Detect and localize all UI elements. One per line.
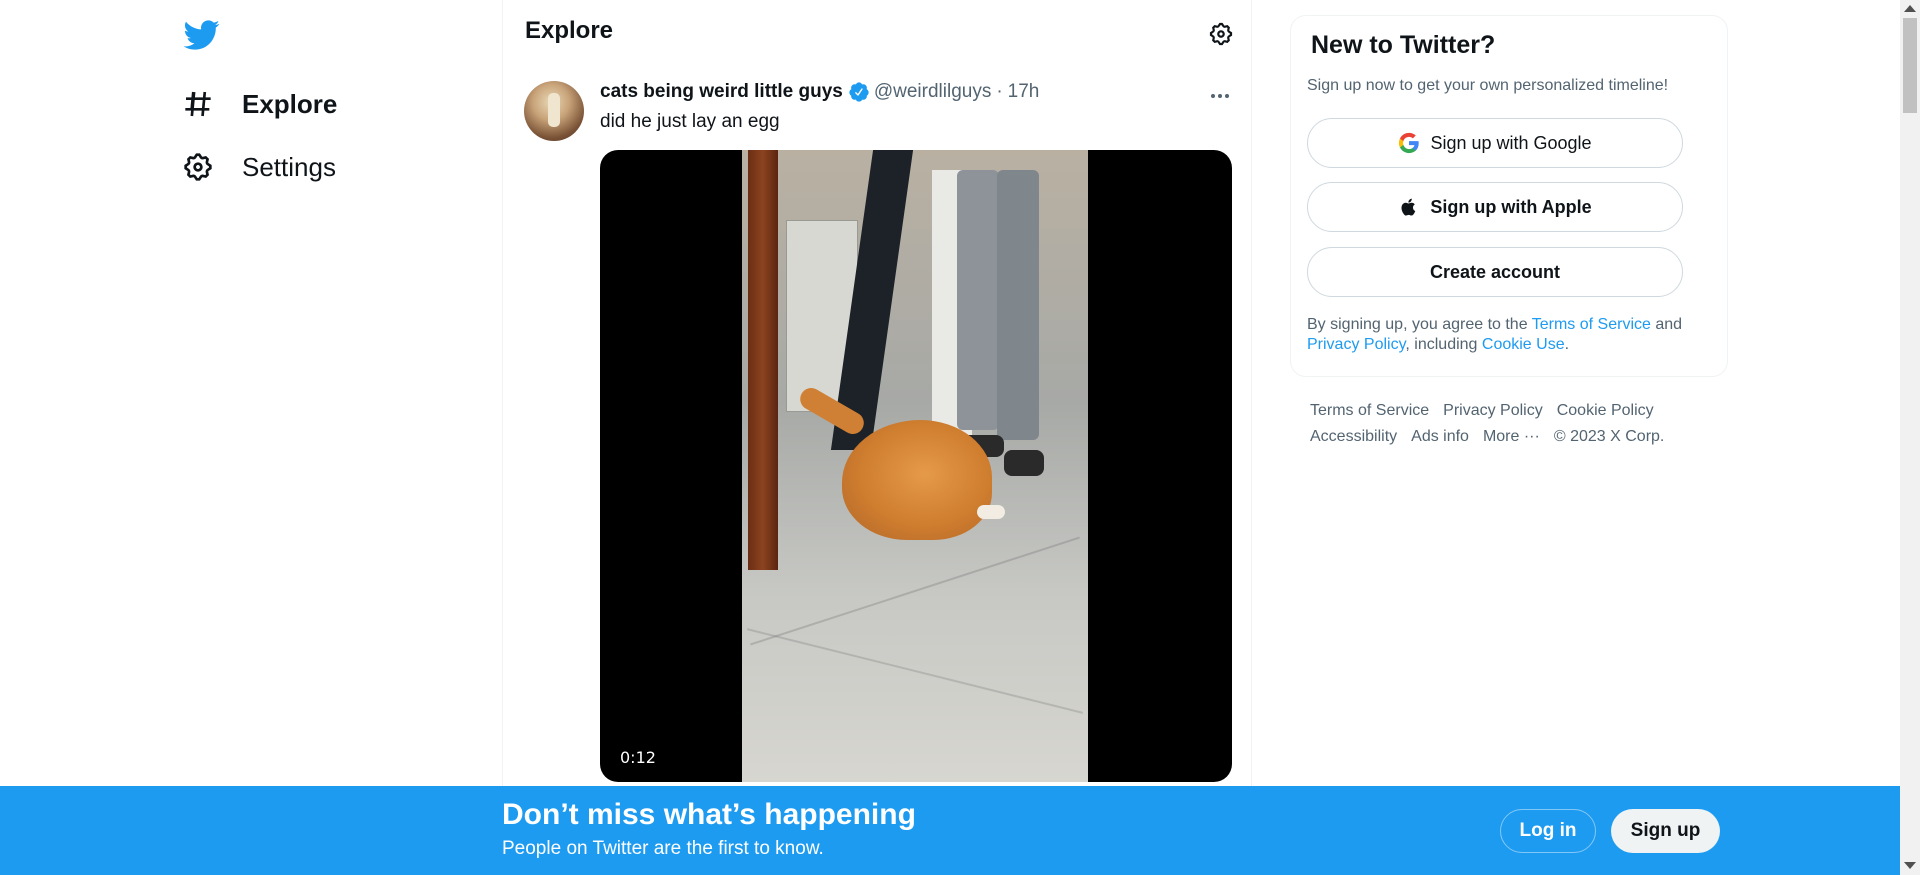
footer-terms-link[interactable]: Terms of Service: [1310, 398, 1429, 424]
tweet-text: did he just lay an egg: [600, 111, 780, 132]
nav-item-explore[interactable]: Explore: [182, 80, 337, 128]
page-title: Explore: [525, 17, 614, 44]
nav-label-explore: Explore: [242, 88, 338, 119]
log-in-button[interactable]: Log in: [1500, 809, 1596, 853]
tweet-header: cats being weird little guys @weirdlilgu…: [600, 81, 1039, 103]
create-account-button[interactable]: Create account: [1307, 247, 1683, 297]
legal-end: .: [1564, 336, 1570, 353]
scrollbar-thumb[interactable]: [1903, 18, 1917, 113]
banner-title: Don’t miss what’s happening: [502, 798, 916, 831]
footer-cookie-link[interactable]: Cookie Policy: [1557, 398, 1654, 424]
footer-more-link[interactable]: More ···: [1483, 424, 1540, 450]
scroll-down-arrow-icon[interactable]: [1904, 862, 1916, 869]
twitter-bird-icon[interactable]: [182, 16, 220, 54]
google-button-label: Sign up with Google: [1430, 132, 1592, 153]
legal-prefix: By signing up, you agree to the: [1307, 316, 1532, 333]
footer-links: Terms of Service Privacy Policy Cookie Pol…: [1310, 398, 1710, 450]
legal-and: and: [1650, 316, 1683, 333]
avatar[interactable]: [524, 81, 584, 141]
scroll-up-arrow-icon[interactable]: [1904, 5, 1916, 12]
tweet-author-name[interactable]: cats being weird little guys: [600, 81, 843, 103]
nav-label-settings: Settings: [242, 151, 336, 182]
cookie-use-link[interactable]: Cookie Use: [1482, 336, 1565, 353]
sign-up-button[interactable]: Sign up: [1611, 809, 1720, 853]
google-logo-icon: [1399, 132, 1420, 154]
privacy-policy-link[interactable]: Privacy Policy: [1307, 336, 1405, 353]
create-account-label: Create account: [1429, 261, 1561, 282]
tweet-video[interactable]: 0:12: [600, 150, 1232, 782]
sign-up-apple-button[interactable]: Sign up with Apple: [1307, 182, 1683, 232]
signup-title: New to Twitter?: [1311, 31, 1496, 59]
video-duration: 0:12: [620, 748, 656, 767]
gear-icon[interactable]: [1208, 21, 1234, 47]
scrollbar[interactable]: [1900, 0, 1920, 875]
legal-including: , including: [1405, 336, 1482, 353]
nav-item-settings[interactable]: Settings: [182, 143, 336, 191]
signup-subtitle: Sign up now to get your own personalized…: [1307, 77, 1669, 94]
copyright: © 2023 X Corp.: [1553, 428, 1665, 445]
verified-badge-icon: [849, 82, 869, 102]
footer-ads-info-link[interactable]: Ads info: [1411, 424, 1469, 450]
banner-subtitle: People on Twitter are the first to know.: [502, 838, 824, 859]
hashtag-icon: [185, 91, 211, 117]
tweet-separator: ·: [996, 81, 1003, 102]
footer-privacy-link[interactable]: Privacy Policy: [1443, 398, 1543, 424]
signup-panel: New to Twitter? Sign up now to get your …: [1290, 15, 1728, 377]
terms-of-service-link[interactable]: Terms of Service: [1532, 316, 1651, 333]
legal-disclaimer: By signing up, you agree to the Terms of…: [1307, 315, 1717, 355]
gear-icon: [184, 153, 212, 181]
apple-button-label: Sign up with Apple: [1430, 196, 1592, 217]
left-navigation: Explore Settings: [0, 0, 502, 875]
video-thumbnail: [742, 150, 1088, 782]
tweet-handle[interactable]: @weirdlilguys: [874, 81, 992, 103]
footer-accessibility-link[interactable]: Accessibility: [1310, 424, 1397, 450]
main-column: Explore cats being weird little guys @we…: [502, 0, 1252, 875]
login-banner: Don’t miss what’s happening People on Tw…: [0, 786, 1900, 875]
apple-logo-icon: [1401, 198, 1416, 216]
sign-up-google-button[interactable]: Sign up with Google: [1307, 118, 1683, 168]
tweet-timestamp[interactable]: 17h: [1008, 81, 1040, 103]
more-options-icon[interactable]: [1208, 84, 1232, 108]
